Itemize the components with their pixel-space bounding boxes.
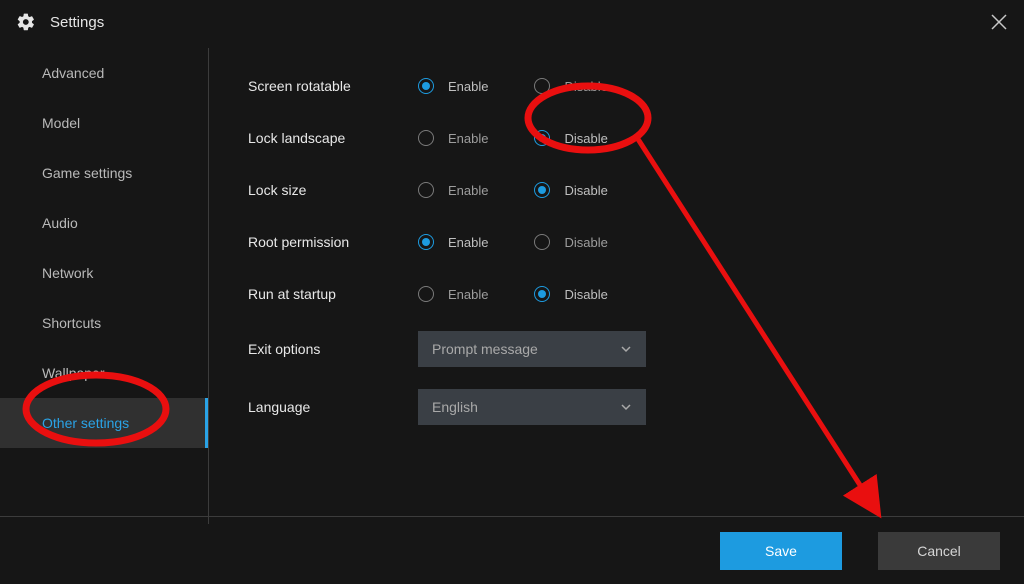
radio-enable[interactable]: Enable — [418, 78, 488, 94]
radio-enable[interactable]: Enable — [418, 234, 488, 250]
radio-circle-icon — [418, 78, 434, 94]
sidebar-item-model[interactable]: Model — [0, 98, 208, 148]
setting-row: Run at startup Enable Disable — [248, 268, 1024, 320]
radio-enable[interactable]: Enable — [418, 130, 488, 146]
button-label: Cancel — [917, 543, 961, 559]
radio-label: Disable — [564, 131, 607, 146]
radio-disable[interactable]: Disable — [534, 78, 607, 94]
setting-label: Language — [248, 399, 418, 415]
sidebar-item-label: Other settings — [42, 415, 129, 431]
select-dropdown[interactable]: English — [418, 389, 646, 425]
radio-group: Enable Disable — [418, 286, 608, 302]
sidebar-item-other-settings[interactable]: Other settings — [0, 398, 208, 448]
setting-label: Run at startup — [248, 286, 418, 302]
cancel-button[interactable]: Cancel — [878, 532, 1000, 570]
radio-disable[interactable]: Disable — [534, 130, 607, 146]
select-value: Prompt message — [432, 341, 538, 357]
select-dropdown[interactable]: Prompt message — [418, 331, 646, 367]
radio-label: Enable — [448, 287, 488, 302]
sidebar-item-label: Network — [42, 265, 93, 281]
save-button[interactable]: Save — [720, 532, 842, 570]
radio-circle-icon — [534, 78, 550, 94]
sidebar-item-label: Game settings — [42, 165, 132, 181]
radio-circle-icon — [534, 182, 550, 198]
window-title: Settings — [50, 14, 104, 31]
sidebar-item-network[interactable]: Network — [0, 248, 208, 298]
setting-row: Root permission Enable Disable — [248, 216, 1024, 268]
chevron-down-icon — [620, 401, 632, 413]
sidebar-item-label: Advanced — [42, 65, 104, 81]
setting-row: Language English — [248, 378, 1024, 436]
button-label: Save — [765, 543, 797, 559]
setting-label: Lock landscape — [248, 130, 418, 146]
radio-disable[interactable]: Disable — [534, 182, 607, 198]
sidebar-item-audio[interactable]: Audio — [0, 198, 208, 248]
radio-label: Disable — [564, 235, 607, 250]
footer: Save Cancel — [0, 516, 1024, 584]
setting-row: Lock landscape Enable Disable — [248, 112, 1024, 164]
setting-row: Screen rotatable Enable Disable — [248, 60, 1024, 112]
title-bar: Settings — [0, 0, 1024, 44]
radio-label: Enable — [448, 235, 488, 250]
sidebar-item-advanced[interactable]: Advanced — [0, 48, 208, 98]
setting-row: Exit options Prompt message — [248, 320, 1024, 378]
radio-circle-icon — [418, 234, 434, 250]
sidebar-item-label: Wallpaper — [42, 365, 105, 381]
radio-label: Disable — [564, 183, 607, 198]
setting-label: Root permission — [248, 234, 418, 250]
radio-circle-icon — [418, 286, 434, 302]
sidebar-item-wallpaper[interactable]: Wallpaper — [0, 348, 208, 398]
radio-label: Enable — [448, 131, 488, 146]
sidebar-item-shortcuts[interactable]: Shortcuts — [0, 298, 208, 348]
radio-label: Enable — [448, 183, 488, 198]
radio-enable[interactable]: Enable — [418, 286, 488, 302]
radio-group: Enable Disable — [418, 78, 608, 94]
radio-enable[interactable]: Enable — [418, 182, 488, 198]
sidebar: Advanced Model Game settings Audio Netwo… — [0, 44, 208, 514]
divider — [208, 48, 209, 524]
radio-label: Disable — [564, 79, 607, 94]
radio-circle-icon — [418, 182, 434, 198]
radio-label: Enable — [448, 79, 488, 94]
sidebar-item-label: Model — [42, 115, 80, 131]
radio-circle-icon — [418, 130, 434, 146]
close-icon[interactable] — [990, 13, 1008, 31]
settings-content: Screen rotatableEnableDisableLock landsc… — [208, 44, 1024, 514]
radio-circle-icon — [534, 234, 550, 250]
sidebar-item-label: Shortcuts — [42, 315, 101, 331]
radio-circle-icon — [534, 130, 550, 146]
radio-circle-icon — [534, 286, 550, 302]
radio-group: Enable Disable — [418, 234, 608, 250]
radio-disable[interactable]: Disable — [534, 286, 607, 302]
setting-label: Exit options — [248, 341, 418, 357]
radio-group: Enable Disable — [418, 182, 608, 198]
radio-label: Disable — [564, 287, 607, 302]
sidebar-item-game-settings[interactable]: Game settings — [0, 148, 208, 198]
radio-group: Enable Disable — [418, 130, 608, 146]
setting-label: Screen rotatable — [248, 78, 418, 94]
setting-row: Lock size Enable Disable — [248, 164, 1024, 216]
chevron-down-icon — [620, 343, 632, 355]
select-value: English — [432, 399, 478, 415]
sidebar-item-label: Audio — [42, 215, 78, 231]
setting-label: Lock size — [248, 182, 418, 198]
gear-icon — [16, 12, 36, 32]
radio-disable[interactable]: Disable — [534, 234, 607, 250]
